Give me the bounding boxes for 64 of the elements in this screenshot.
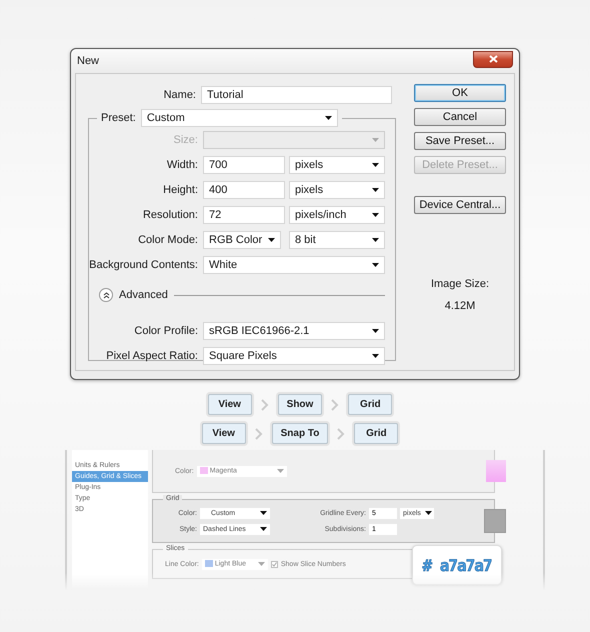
preset-select[interactable]: Custom [140,109,338,127]
caret-icon [372,138,379,142]
caret-icon [372,354,379,358]
field-label: Color Mode: [137,234,199,246]
caret-icon [372,162,379,166]
chevron-icon [331,398,340,410]
field-label: Pixel Aspect Ratio: [105,350,199,362]
chevron-icon [254,428,263,440]
select-field[interactable]: Square Pixels [203,346,385,364]
close-icon [488,55,498,63]
menu-step[interactable]: View [208,394,252,415]
checkbox[interactable] [270,560,278,568]
unit-select[interactable]: pixels [289,180,385,198]
input-field[interactable]: 400 [203,180,285,198]
caret-icon [260,511,267,515]
name-field[interactable]: Tutorial [201,86,392,104]
chevron-icon [102,292,110,298]
input-field[interactable]: 72 [203,206,285,224]
menu-step[interactable]: Show [278,394,322,415]
unit-select[interactable]: pixels [289,156,385,174]
field-label: Preset: [101,112,137,124]
field-label: Resolution: [142,208,199,220]
caret-icon [324,116,332,120]
menu-step[interactable]: Snap To [272,423,328,444]
caret-icon [258,562,265,566]
input-field[interactable]: 700 [203,156,285,174]
caret-icon [372,262,379,266]
chevron-icon [337,428,346,440]
dialog-button[interactable]: Device Central... [414,196,506,214]
menu-step[interactable]: Grid [354,423,398,444]
caret-icon [268,238,275,242]
field-label: Width: [166,158,199,170]
field-label: Name: [162,88,197,100]
dialog-button[interactable]: OK [414,84,506,102]
section-label: Advanced [119,289,168,301]
select-field[interactable]: 8 bit [289,230,385,248]
window-title: New [77,55,100,67]
caret-icon [424,511,432,515]
caret-icon [260,527,267,531]
select-field[interactable]: RGB Color [203,230,281,248]
caret-icon [372,212,379,216]
field-label: Background Contents: [89,258,199,270]
menu-step[interactable]: View [202,423,246,444]
caret-icon [372,238,379,242]
close-button[interactable] [473,50,513,68]
color-swatch[interactable] [486,460,506,482]
caret-icon [372,328,379,332]
chevron-icon [260,398,269,410]
field-label: Color Profile: [133,324,199,336]
field-label: Size: [172,134,199,146]
advanced-toggle[interactable] [99,288,113,302]
dialog-button[interactable]: Save Preset... [414,132,506,150]
unit-select[interactable]: pixels/inch [289,206,385,224]
image-size-value: 4.12M [444,300,476,312]
menu-step[interactable]: Grid [348,394,392,415]
dialog-button[interactable]: Cancel [414,108,506,126]
field-label: Height: [162,184,199,196]
caret-icon [372,188,379,192]
caret-icon [276,469,284,473]
hex-color-badge: # a7a7a7 [412,545,502,585]
select-field[interactable]: sRGB IEC61966-2.1 [203,322,385,340]
image-size-label: Image Size: [430,278,490,290]
select-field[interactable]: White [203,256,385,274]
color-swatch[interactable] [484,509,506,533]
